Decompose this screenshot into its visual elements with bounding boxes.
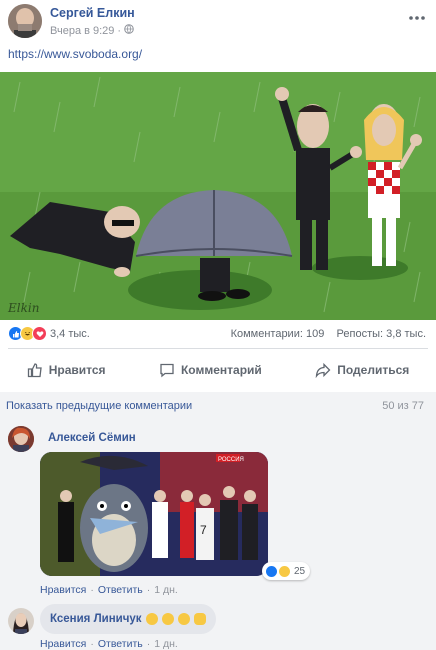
commenter-name[interactable]: Алексей Сёмин	[48, 432, 136, 444]
ok-hand-emoji-icon	[193, 613, 206, 625]
commenter-avatar[interactable]	[8, 426, 34, 452]
divider	[8, 348, 428, 349]
like-reaction-icon	[265, 564, 278, 578]
image-channel-logo: РОССИЯ	[218, 457, 244, 463]
haha-reaction-icon	[278, 564, 291, 578]
comment-like-link[interactable]: Нравится	[40, 638, 86, 650]
share-arrow-icon	[315, 362, 331, 378]
commenter-name[interactable]: Ксения Линичук	[50, 613, 142, 625]
post-actions: Нравится Комментарий Поделиться	[0, 356, 436, 384]
comments-pagination: 50 из 77	[382, 400, 424, 412]
comment-meta: Нравится · Ответить · 1 дн.	[40, 584, 178, 596]
commenter-avatar[interactable]	[8, 608, 34, 634]
comment-label: Комментарий	[180, 363, 262, 377]
comment-age[interactable]: 1 дн.	[154, 638, 178, 650]
comment-button[interactable]: Комментарий	[159, 356, 262, 384]
comment-meta: Нравится · Ответить · 1 дн.	[40, 638, 178, 650]
shares-count[interactable]: Репосты: 3,8 тыс.	[337, 328, 426, 340]
image-watermark: Elkin	[7, 301, 39, 315]
comment-like-link[interactable]: Нравится	[40, 584, 86, 596]
post-stats: Комментарии: 109 Репосты: 3,8 тыс.	[231, 328, 426, 340]
reaction-count[interactable]: 3,4 тыс.	[50, 328, 90, 340]
comment-reactions[interactable]: 25	[262, 562, 311, 580]
share-label: Поделиться	[337, 363, 410, 377]
reactions-bar: 3,4 тыс. Комментарии: 109 Репосты: 3,8 т…	[0, 322, 436, 346]
like-button[interactable]: Нравится	[27, 356, 106, 384]
comment-reaction-count: 25	[294, 565, 306, 577]
comment-reply-link[interactable]: Ответить	[98, 638, 143, 650]
comment-icon	[160, 363, 174, 378]
svg-text:7: 7	[200, 523, 207, 537]
globe-icon	[124, 24, 134, 37]
meta-separator: ·	[117, 24, 122, 37]
post-header: Сергей Елкин Вчера в 9:29 ·	[0, 0, 436, 44]
post-link[interactable]: https://www.svoboda.org/	[8, 47, 142, 61]
post-image-cartoon[interactable]: Elkin	[0, 72, 436, 320]
thumbs-up-icon	[27, 363, 42, 378]
show-previous-comments-link[interactable]: Показать предыдущие комментарии	[6, 400, 192, 412]
laughing-emoji-icon	[161, 613, 174, 625]
comment-age[interactable]: 1 дн.	[154, 584, 178, 596]
more-options-icon[interactable]	[408, 8, 426, 26]
comments-count[interactable]: Комментарии: 109	[231, 328, 325, 340]
post-timestamp[interactable]: Вчера в 9:29	[50, 25, 114, 37]
author-name[interactable]: Сергей Елкин	[50, 6, 135, 20]
comment-bubble: Ксения Линичук	[40, 604, 216, 634]
share-button[interactable]: Поделиться	[315, 356, 409, 384]
like-label: Нравится	[48, 363, 106, 377]
author-avatar[interactable]	[8, 4, 42, 38]
laughing-emoji-icon	[177, 613, 190, 625]
comment-reply-link[interactable]: Ответить	[98, 584, 143, 596]
love-reaction-icon	[32, 326, 47, 341]
post-meta: Вчера в 9:29 ·	[50, 24, 134, 37]
laughing-emoji-icon	[145, 613, 158, 625]
comment-image[interactable]: 7 РОССИЯ	[40, 452, 268, 576]
reaction-icons[interactable]	[8, 326, 47, 341]
facebook-post: Сергей Елкин Вчера в 9:29 · https://www.…	[0, 0, 436, 650]
